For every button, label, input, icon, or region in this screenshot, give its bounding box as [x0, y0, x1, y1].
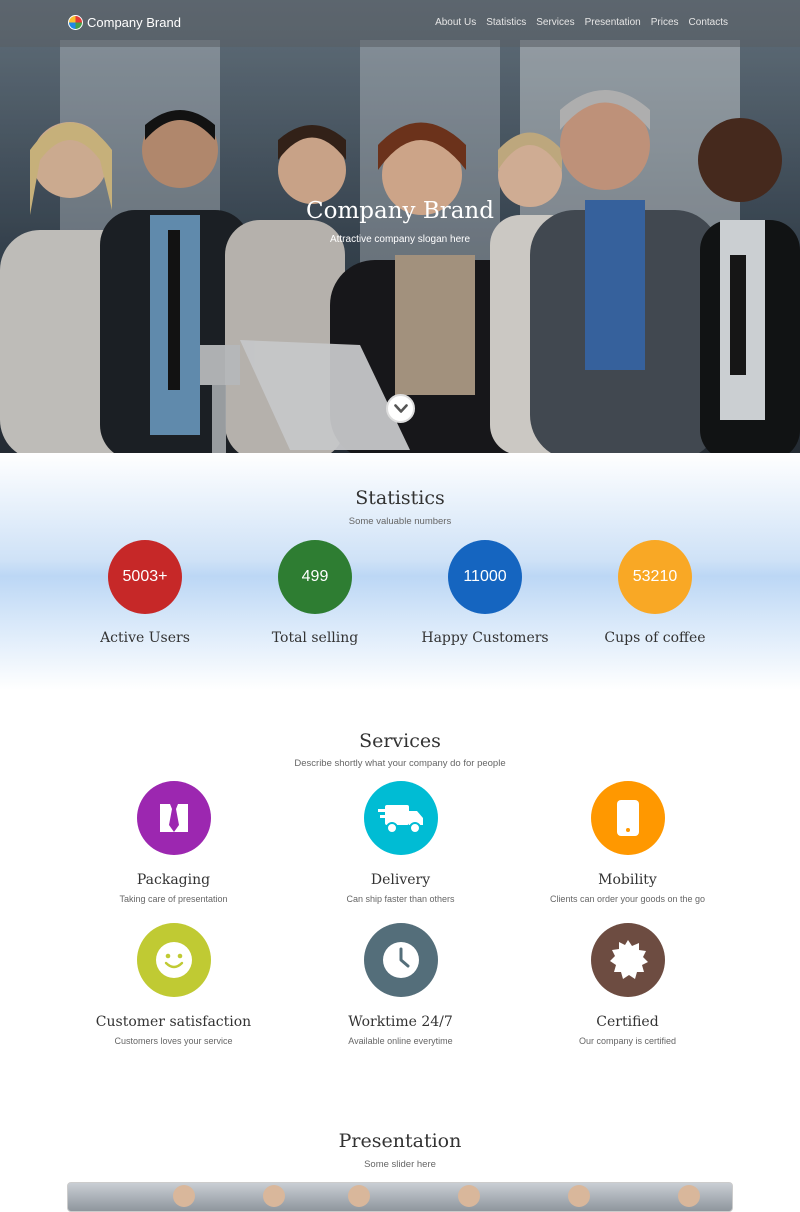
- service-item-worktime: Worktime 24/7 Available online everytime: [287, 923, 514, 1046]
- presentation-section: Presentation Some slider here: [0, 1090, 800, 1212]
- mobile-icon: [616, 800, 639, 836]
- stat-value-badge: 5003+: [108, 540, 182, 614]
- hero-section: Company Brand About Us Statistics Servic…: [0, 0, 800, 453]
- stat-value-badge: 499: [278, 540, 352, 614]
- services-title: Services: [359, 730, 441, 752]
- service-item-customer-satisfaction: Customer satisfaction Customers loves yo…: [60, 923, 287, 1046]
- stat-label: Happy Customers: [421, 630, 549, 646]
- stat-item: 5003+ Active Users: [60, 540, 230, 646]
- service-icon-badge: [590, 923, 665, 997]
- service-icon-badge: [136, 923, 211, 997]
- stat-value-badge: 11000: [448, 540, 522, 614]
- nav-link-presentation[interactable]: Presentation: [585, 17, 641, 28]
- service-item-packaging: Packaging Taking care of presentation: [60, 781, 287, 904]
- presentation-title: Presentation: [338, 1130, 462, 1152]
- slider-photo-person: [568, 1185, 590, 1207]
- slider-photo-person: [348, 1185, 370, 1207]
- slider-photo-person: [458, 1185, 480, 1207]
- hero-title: Company Brand: [306, 198, 494, 224]
- service-icon-badge: [363, 781, 438, 855]
- stat-label: Cups of coffee: [604, 630, 706, 646]
- nav-link-contacts[interactable]: Contacts: [689, 17, 728, 28]
- service-description: Can ship faster than others: [346, 894, 455, 904]
- nav-link-statistics[interactable]: Statistics: [486, 17, 526, 28]
- stat-item: 499 Total selling: [230, 540, 400, 646]
- nav-link-prices[interactable]: Prices: [651, 17, 679, 28]
- stat-label: Total selling: [271, 630, 359, 646]
- service-description: Taking care of presentation: [119, 894, 228, 904]
- clock-icon: [382, 942, 419, 978]
- stat-item: 11000 Happy Customers: [400, 540, 570, 646]
- service-name: Customer satisfaction: [95, 1014, 252, 1030]
- truck-icon: [377, 805, 423, 834]
- chevron-down-icon: [393, 403, 408, 413]
- services-subtitle: Describe shortly what your company do fo…: [294, 758, 506, 769]
- nav-link-about-us[interactable]: About Us: [435, 17, 476, 28]
- slider-photo-person: [678, 1185, 700, 1207]
- service-description: Customers loves your service: [114, 1036, 233, 1046]
- service-description: Our company is certified: [578, 1036, 677, 1046]
- services-section: Services Describe shortly what your comp…: [0, 690, 800, 1090]
- service-name: Worktime 24/7: [348, 1014, 453, 1030]
- service-name: Delivery: [370, 872, 431, 888]
- slider-photo-person: [263, 1185, 285, 1207]
- slider-photo-person: [173, 1185, 195, 1207]
- statistics-title: Statistics: [355, 487, 445, 509]
- service-name: Mobility: [598, 872, 657, 888]
- nav-link-services[interactable]: Services: [536, 17, 574, 28]
- service-name: Certified: [596, 1014, 659, 1030]
- stat-label: Active Users: [100, 630, 190, 646]
- service-description: Available online everytime: [348, 1036, 453, 1046]
- top-navbar: Company Brand About Us Statistics Servic…: [0, 0, 800, 47]
- tie-icon: [159, 804, 188, 832]
- service-item-delivery: Delivery Can ship faster than others: [287, 781, 514, 904]
- service-description: Clients can order your goods on the go: [549, 894, 706, 904]
- stat-item: 53210 Cups of coffee: [570, 540, 740, 646]
- nav-links: About Us Statistics Services Presentatio…: [435, 17, 728, 28]
- scroll-down-button[interactable]: [386, 394, 415, 423]
- presentation-subtitle: Some slider here: [364, 1159, 436, 1170]
- certificate-icon: [609, 940, 648, 979]
- service-item-certified: Certified Our company is certified: [514, 923, 741, 1046]
- hero-slogan: Attractive company slogan here: [329, 234, 471, 245]
- brand-logo-icon: [68, 15, 83, 30]
- presentation-slider[interactable]: [67, 1182, 733, 1212]
- brand-name: Company Brand: [87, 15, 181, 30]
- service-icon-badge: [590, 781, 665, 855]
- service-icon-badge: [136, 781, 211, 855]
- service-name: Packaging: [136, 872, 211, 888]
- statistics-section: Statistics Some valuable numbers 5003+ A…: [0, 453, 800, 690]
- stat-value-badge: 53210: [618, 540, 692, 614]
- statistics-subtitle: Some valuable numbers: [348, 516, 452, 527]
- service-item-mobility: Mobility Clients can order your goods on…: [514, 781, 741, 904]
- service-icon-badge: [363, 923, 438, 997]
- hero-overlay: [0, 0, 800, 453]
- smile-icon: [155, 942, 192, 978]
- brand[interactable]: Company Brand: [68, 15, 181, 30]
